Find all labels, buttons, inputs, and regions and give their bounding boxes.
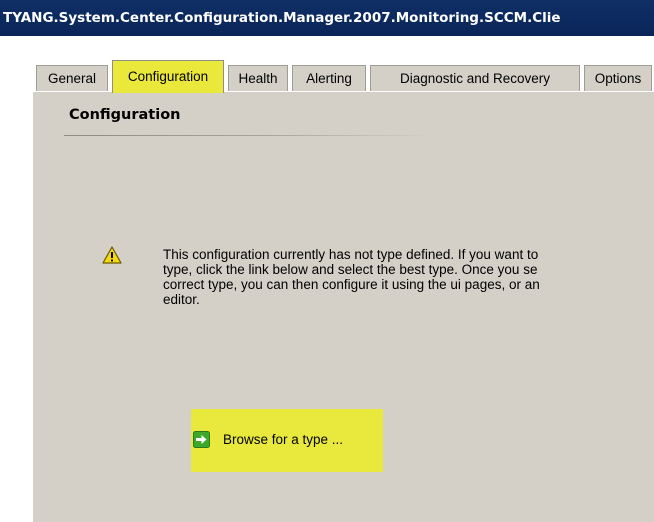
tab-diagnostic-and-recovery[interactable]: Diagnostic and Recovery: [370, 65, 580, 92]
properties-window: TYANG.System.Center.Configuration.Manage…: [0, 0, 654, 522]
tab-options-label: Options: [594, 71, 642, 86]
tab-alerting-label: Alerting: [306, 71, 352, 86]
window-title: TYANG.System.Center.Configuration.Manage…: [3, 10, 561, 26]
browse-for-type-link[interactable]: Browse for a type ...: [193, 431, 343, 448]
tab-strip: General Configuration Health Alerting Di…: [0, 60, 654, 93]
warning-line: This configuration currently has not typ…: [163, 247, 539, 262]
tab-general[interactable]: General: [36, 65, 108, 92]
section-heading: Configuration: [69, 107, 181, 123]
warning-line: correct type, you can then configure it …: [163, 277, 540, 292]
tab-configuration[interactable]: Configuration: [112, 60, 224, 93]
browse-for-type-label: Browse for a type ...: [223, 432, 344, 447]
tab-general-label: General: [47, 71, 97, 86]
green-arrow-icon: [193, 431, 210, 448]
tab-options[interactable]: Options: [584, 65, 652, 92]
tab-alerting[interactable]: Alerting: [292, 65, 366, 92]
section-divider: [64, 135, 434, 136]
tab-health-label: Health: [238, 71, 278, 86]
configuration-tab-panel: Configuration This configuration current…: [32, 91, 654, 522]
warning-message: This configuration currently has not typ…: [163, 247, 654, 307]
tab-health[interactable]: Health: [228, 65, 288, 92]
tab-diagnostic-and-recovery-label: Diagnostic and Recovery: [399, 71, 551, 86]
warning-line: editor.: [163, 292, 200, 307]
tab-configuration-label: Configuration: [127, 69, 209, 84]
warning-line: type, click the link below and select th…: [163, 262, 538, 277]
warning-icon: [102, 246, 122, 264]
window-title-bar[interactable]: TYANG.System.Center.Configuration.Manage…: [0, 0, 654, 36]
